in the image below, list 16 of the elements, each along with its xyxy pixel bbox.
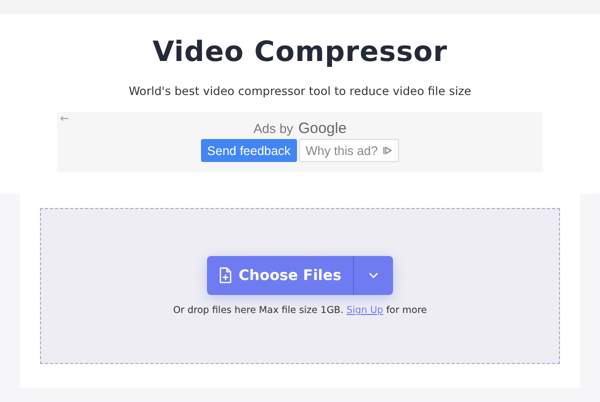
send-feedback-button[interactable]: Send feedback	[201, 139, 297, 162]
drop-zone[interactable]: Choose Files Or drop files here Max file size 1GB. Sign Up for more	[40, 208, 560, 364]
upload-note: Or drop files here Max file size 1GB.	[173, 305, 344, 316]
upload-note-end: for more	[386, 305, 427, 316]
dropdown-button[interactable]	[354, 256, 394, 295]
page-title: Video Compressor	[152, 34, 448, 70]
ads-label: Ads by	[253, 121, 294, 136]
ads-brand: Google	[298, 120, 347, 137]
choose-files-button[interactable]: Choose Files	[206, 256, 354, 295]
file-add-icon	[218, 267, 232, 284]
sign-up-link[interactable]: Sign Up	[346, 305, 384, 316]
why-ad-button[interactable]: Why this ad?	[298, 139, 399, 162]
page-subtitle: World's best video compressor tool to reduce video file size	[128, 84, 472, 98]
play-icon	[382, 146, 392, 155]
chevron-down-icon	[368, 272, 380, 279]
back-arrow-icon[interactable]: ←	[60, 112, 70, 125]
